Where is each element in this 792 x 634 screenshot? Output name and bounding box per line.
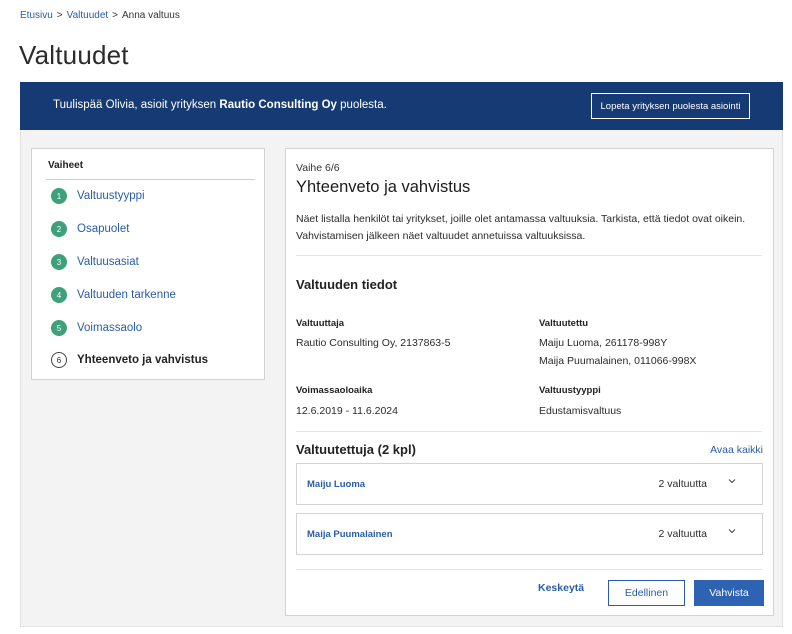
content-description: Näet listalla henkilöt tai yritykset, jo…	[296, 213, 746, 242]
section-title-details: Valtuuden tiedot	[296, 277, 398, 292]
breadcrumb-separator: >	[112, 10, 118, 21]
divider	[296, 255, 762, 256]
step-label[interactable]: Valtuusasiat	[77, 256, 139, 268]
steps-title: Vaiheet	[48, 160, 84, 171]
step-complete-badge: 1	[51, 188, 67, 204]
steps-divider	[46, 179, 255, 180]
previous-button[interactable]: Edellinen	[608, 580, 685, 606]
confirm-button[interactable]: Vahvista	[694, 580, 764, 606]
step-label[interactable]: Valtuustyyppi	[77, 190, 145, 202]
step-valtuustyyppi[interactable]: 1 Valtuustyyppi	[51, 186, 145, 206]
grantee-name[interactable]: Maiju Luoma	[307, 479, 365, 490]
step-complete-badge: 5	[51, 320, 67, 336]
step-complete-badge: 2	[51, 221, 67, 237]
acting-on-behalf-banner: Tuulispää Olivia, asioit yrityksen Rauti…	[20, 82, 783, 130]
grantee-auth-count: 2 valtuutta	[658, 478, 707, 490]
grantee-auth-count: 2 valtuutta	[658, 528, 707, 540]
type-value: Edustamisvaltuus	[539, 405, 622, 417]
grantee-accordion-row[interactable]: Maiju Luoma 2 valtuutta	[296, 463, 763, 505]
grantees-title: Valtuutettuja (2 kpl)	[296, 442, 416, 457]
divider	[296, 431, 762, 432]
grantee-label: Valtuutettu	[539, 318, 589, 329]
banner-suffix: puolesta.	[336, 99, 387, 111]
step-voimassaolo[interactable]: 5 Voimassaolo	[51, 318, 142, 338]
stop-acting-on-behalf-button[interactable]: Lopeta yrityksen puolesta asiointi	[591, 93, 750, 119]
validity-label: Voimassaoloaika	[296, 385, 373, 396]
breadcrumb-home-link[interactable]: Etusivu	[20, 10, 53, 21]
grantor-label: Valtuuttaja	[296, 318, 345, 329]
banner-company-name: Rautio Consulting Oy	[219, 99, 337, 111]
steps-sidebar: Vaiheet 1 Valtuustyyppi 2 Osapuolet 3 Va…	[31, 148, 265, 380]
step-label[interactable]: Valtuuden tarkenne	[77, 289, 176, 301]
step-label[interactable]: Osapuolet	[77, 223, 129, 235]
type-label: Valtuustyyppi	[539, 385, 601, 396]
cancel-button[interactable]: Keskeytä	[538, 582, 584, 594]
grantor-value: Rautio Consulting Oy, 2137863-5	[296, 337, 451, 349]
step-osapuolet[interactable]: 2 Osapuolet	[51, 219, 129, 239]
breadcrumb-valtuudet-link[interactable]: Valtuudet	[67, 10, 109, 21]
summary-card: Vaihe 6/6 Yhteenveto ja vahvistus Näet l…	[285, 148, 774, 616]
banner-text: Tuulispää Olivia, asioit yrityksen Rauti…	[53, 99, 387, 111]
open-all-link[interactable]: Avaa kaikki	[710, 444, 763, 456]
step-valtuusasiat[interactable]: 3 Valtuusasiat	[51, 252, 139, 272]
grantee-value-2: Maija Puumalainen, 011066-998X	[539, 355, 697, 367]
page-title: Valtuudet	[19, 40, 129, 70]
step-valtuuden-tarkenne[interactable]: 4 Valtuuden tarkenne	[51, 285, 176, 305]
breadcrumb-current: Anna valtuus	[122, 10, 180, 21]
banner-prefix: Tuulispää Olivia, asioit yrityksen	[53, 99, 220, 111]
content-title: Yhteenveto ja vahvistus	[296, 178, 471, 196]
validity-value: 12.6.2019 - 11.6.2024	[296, 405, 398, 417]
step-complete-badge: 3	[51, 254, 67, 270]
divider	[296, 569, 762, 570]
chevron-down-icon[interactable]	[728, 527, 736, 538]
breadcrumb: Etusivu > Valtuudet > Anna valtuus	[20, 10, 180, 21]
step-current-badge: 6	[51, 352, 67, 368]
grantee-value-1: Maiju Luoma, 261178-998Y	[539, 337, 668, 349]
grantee-accordion-row[interactable]: Maija Puumalainen 2 valtuutta	[296, 513, 763, 555]
chevron-down-icon[interactable]	[728, 477, 736, 488]
step-complete-badge: 4	[51, 287, 67, 303]
phase-indicator: Vaihe 6/6	[296, 162, 340, 174]
step-yhteenveto-current: 6 Yhteenveto ja vahvistus	[51, 350, 208, 370]
step-label-current: Yhteenveto ja vahvistus	[77, 354, 209, 366]
step-label[interactable]: Voimassaolo	[77, 322, 142, 334]
breadcrumb-separator: >	[56, 10, 63, 21]
grantee-name[interactable]: Maija Puumalainen	[307, 529, 393, 540]
